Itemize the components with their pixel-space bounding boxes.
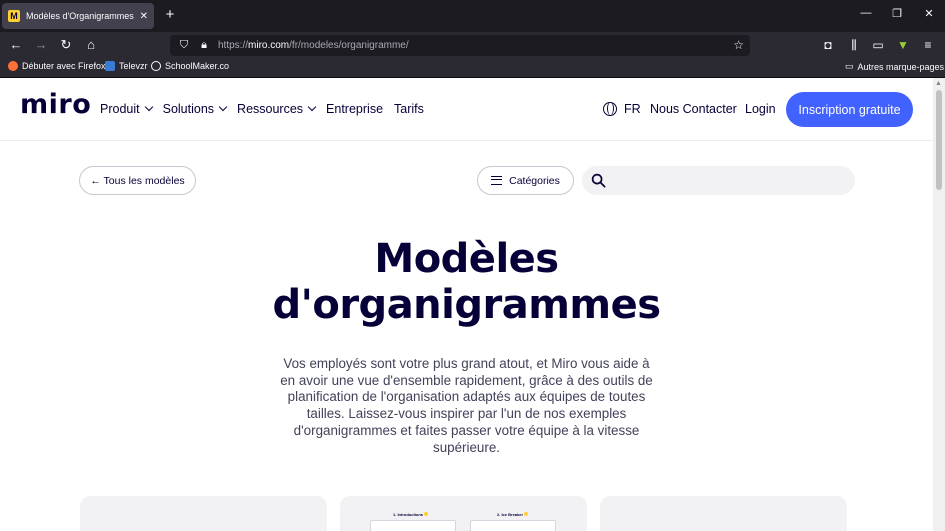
template-card[interactable] xyxy=(600,496,847,531)
chevron-down-icon xyxy=(307,102,317,112)
tab-strip: M Modèles d'Organigrammes et E ✕ + — ❐ ✕ xyxy=(0,0,945,32)
home-icon[interactable]: ⌂ xyxy=(82,36,100,54)
menu-item-produit[interactable]: Produit xyxy=(100,102,153,116)
back-arrow-icon[interactable]: ← xyxy=(7,36,25,54)
menu-item-solutions[interactable]: Solutions xyxy=(163,102,228,116)
page-title: Modèles d'organigrammes xyxy=(272,236,661,328)
menu-item-tarifs[interactable]: Tarifs xyxy=(394,102,424,116)
chevron-down-icon xyxy=(218,102,228,112)
address-bar[interactable]: ⛉ 🔒︎ https://miro.com/fr/modeles/organig… xyxy=(170,35,750,56)
bookmarks-bar: Débuter avec Firefox Televzr SchoolMaker… xyxy=(0,58,945,78)
template-card[interactable]: 1. Introductions 2. Ice Breaker xyxy=(340,496,587,531)
miro-logo[interactable]: miro xyxy=(20,89,91,120)
site-header: miro Produit Solutions Ressources Entrep… xyxy=(0,78,933,141)
template-preview: 1. Introductions 2. Ice Breaker xyxy=(340,496,587,531)
globe-icon xyxy=(151,61,161,71)
page-description: Vos employés sont votre plus grand atout… xyxy=(280,356,653,455)
chevron-down-icon xyxy=(144,102,153,112)
bookmark-star-icon[interactable]: ☆ xyxy=(733,38,744,52)
all-templates-button[interactable]: ← Tous les modèles xyxy=(79,166,196,195)
reload-icon[interactable]: ↻ xyxy=(57,36,75,54)
preview-step-label: 1. Introductions xyxy=(393,512,428,517)
miro-favicon-icon: M xyxy=(8,10,20,22)
forward-arrow-icon[interactable]: → xyxy=(32,36,50,54)
tab-title: Modèles d'Organigrammes et E xyxy=(26,11,136,21)
televzr-icon xyxy=(105,61,115,71)
navigation-toolbar: ← → ↻ ⌂ ⛉ 🔒︎ https://miro.com/fr/modeles… xyxy=(0,32,945,58)
library-icon[interactable]: ⫼ xyxy=(846,36,862,54)
firefox-icon xyxy=(8,61,18,71)
minimize-icon[interactable]: — xyxy=(859,7,873,19)
sidebar-icon[interactable]: ▭ xyxy=(870,36,886,54)
url-text[interactable]: https://miro.com/fr/modeles/organigramme… xyxy=(218,40,409,51)
app-menu-icon[interactable]: ≡ xyxy=(920,36,936,54)
tab-close-icon[interactable]: ✕ xyxy=(140,11,148,22)
language-selector[interactable]: FR xyxy=(603,102,641,116)
restore-icon[interactable]: ❐ xyxy=(890,7,904,20)
search-input[interactable] xyxy=(582,166,855,195)
new-tab-icon[interactable]: + xyxy=(162,6,178,23)
preview-box xyxy=(370,520,456,531)
scrollbar-thumb[interactable] xyxy=(936,90,942,190)
menu-item-entreprise[interactable]: Entreprise xyxy=(326,102,383,116)
page-scrollbar[interactable]: ▲ xyxy=(933,78,945,531)
signup-button[interactable]: Inscription gratuite xyxy=(786,92,913,127)
other-bookmarks[interactable]: ▭ Autres marque-pages xyxy=(845,61,944,72)
folder-icon: ▭ xyxy=(845,61,854,71)
lock-icon[interactable]: 🔒︎ xyxy=(198,39,210,52)
bookmark-firefox[interactable]: Débuter avec Firefox xyxy=(8,61,106,71)
window-close-icon[interactable]: ✕ xyxy=(922,7,936,20)
menu-lines-icon xyxy=(491,176,503,185)
pocket-icon[interactable]: ◘ xyxy=(820,36,836,54)
tracking-shield-icon[interactable]: ⛉ xyxy=(178,39,190,52)
preview-box xyxy=(470,520,556,531)
search-icon xyxy=(591,173,606,188)
globe-icon xyxy=(603,102,617,116)
bookmark-schoolmaker[interactable]: SchoolMaker.co xyxy=(151,61,229,71)
tab-active[interactable]: M Modèles d'Organigrammes et E ✕ xyxy=(2,3,154,29)
main-menu: Produit Solutions Ressources Entreprise … xyxy=(100,102,424,116)
scroll-up-icon[interactable]: ▲ xyxy=(935,80,942,87)
contact-link[interactable]: Nous Contacter xyxy=(650,102,737,116)
login-link[interactable]: Login xyxy=(745,102,776,116)
bookmark-televzr[interactable]: Televzr xyxy=(105,61,148,71)
preview-step-label: 2. Ice Breaker xyxy=(497,512,529,517)
template-card[interactable] xyxy=(80,496,327,531)
extension-icon[interactable]: ▼ xyxy=(895,36,911,54)
menu-item-ressources[interactable]: Ressources xyxy=(237,102,317,116)
web-page: miro Produit Solutions Ressources Entrep… xyxy=(0,78,933,531)
categories-button[interactable]: Catégories xyxy=(477,166,574,195)
